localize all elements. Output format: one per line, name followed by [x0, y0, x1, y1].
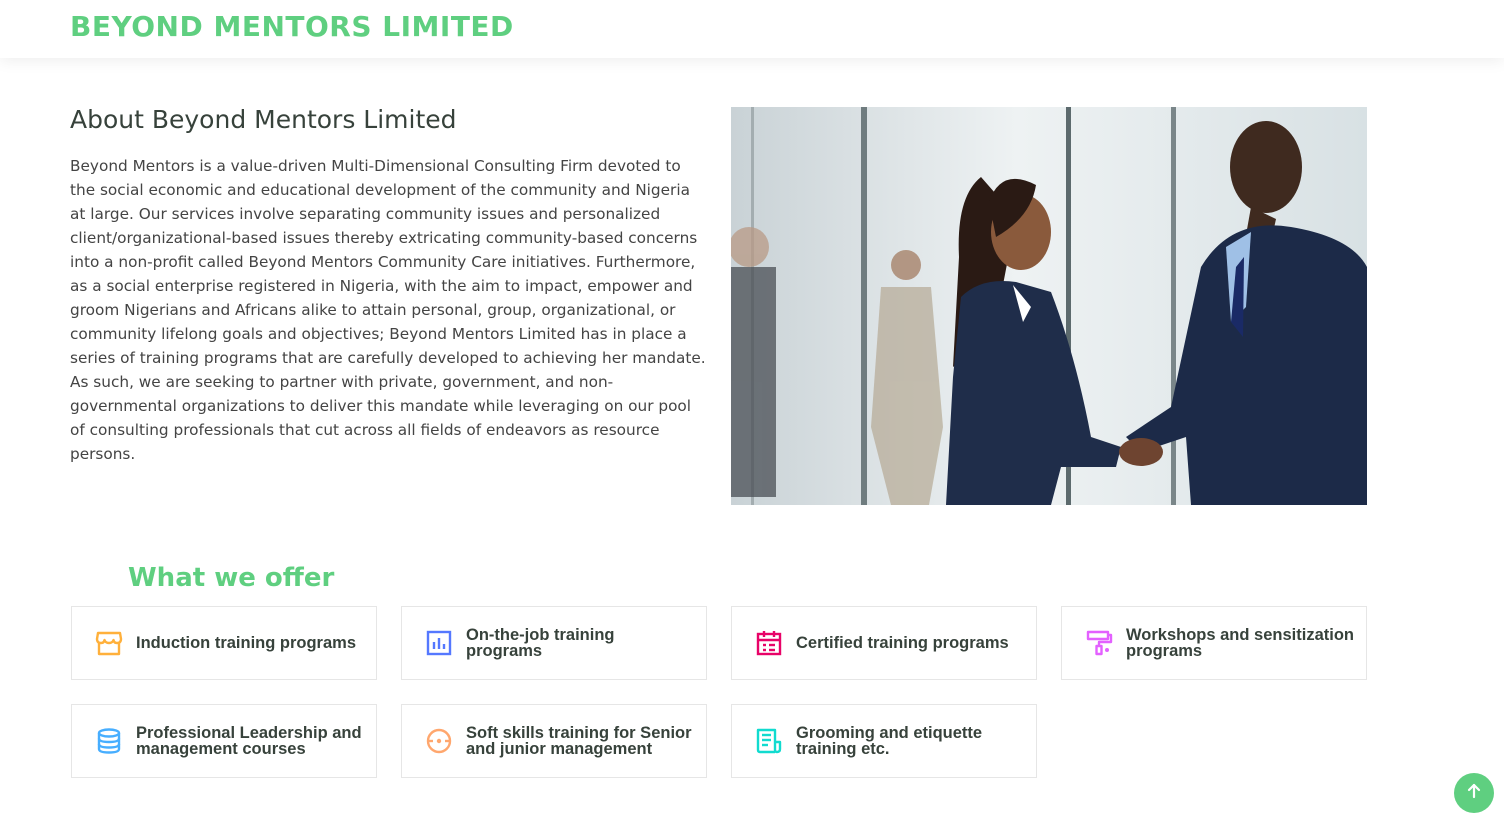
- offer-card-on-the-job[interactable]: On-the-job training programs: [401, 606, 707, 680]
- offer-card-label: Soft skills training for Senior and juni…: [466, 723, 692, 758]
- about-paragraph: Beyond Mentors is a value-driven Multi-D…: [70, 157, 706, 463]
- offer-card-label: Grooming and etiquette training etc.: [796, 723, 983, 758]
- offer-card-certified[interactable]: Certified training programs: [731, 606, 1037, 680]
- store-icon: [92, 626, 126, 660]
- paint-roller-icon: [1082, 626, 1116, 660]
- offer-card-label: Certified training programs: [796, 633, 1009, 652]
- offer-card-label: Workshops and sensitization programs: [1126, 625, 1354, 660]
- offer-card-label: On-the-job training programs: [466, 625, 615, 660]
- site-logo[interactable]: BEYOND MENTORS LIMITED: [70, 10, 514, 43]
- about-image: [731, 107, 1367, 505]
- offer-card-workshops[interactable]: Workshops and sensitization programs: [1061, 606, 1367, 680]
- database-icon: [92, 724, 126, 758]
- offer-card-leadership[interactable]: Professional Leadership and management c…: [71, 704, 377, 778]
- gradienter-icon: [422, 724, 456, 758]
- offer-card-grooming[interactable]: Grooming and etiquette training etc.: [731, 704, 1037, 778]
- offer-card-label: Induction training programs: [136, 633, 357, 652]
- offer-card-soft-skills[interactable]: Soft skills training for Senior and juni…: [401, 704, 707, 778]
- site-header: BEYOND MENTORS LIMITED: [0, 0, 1504, 58]
- bar-chart-icon: [422, 626, 456, 660]
- file-list-icon: [752, 724, 786, 758]
- offer-card-induction[interactable]: Induction training programs: [71, 606, 377, 680]
- back-to-top-button[interactable]: [1454, 773, 1494, 813]
- calendar-icon: [752, 626, 786, 660]
- offer-title: What we offer: [128, 563, 335, 593]
- arrow-up-icon: [1465, 782, 1483, 804]
- offer-card-label: Professional Leadership and management c…: [136, 723, 362, 758]
- about-title: About Beyond Mentors Limited: [70, 105, 457, 134]
